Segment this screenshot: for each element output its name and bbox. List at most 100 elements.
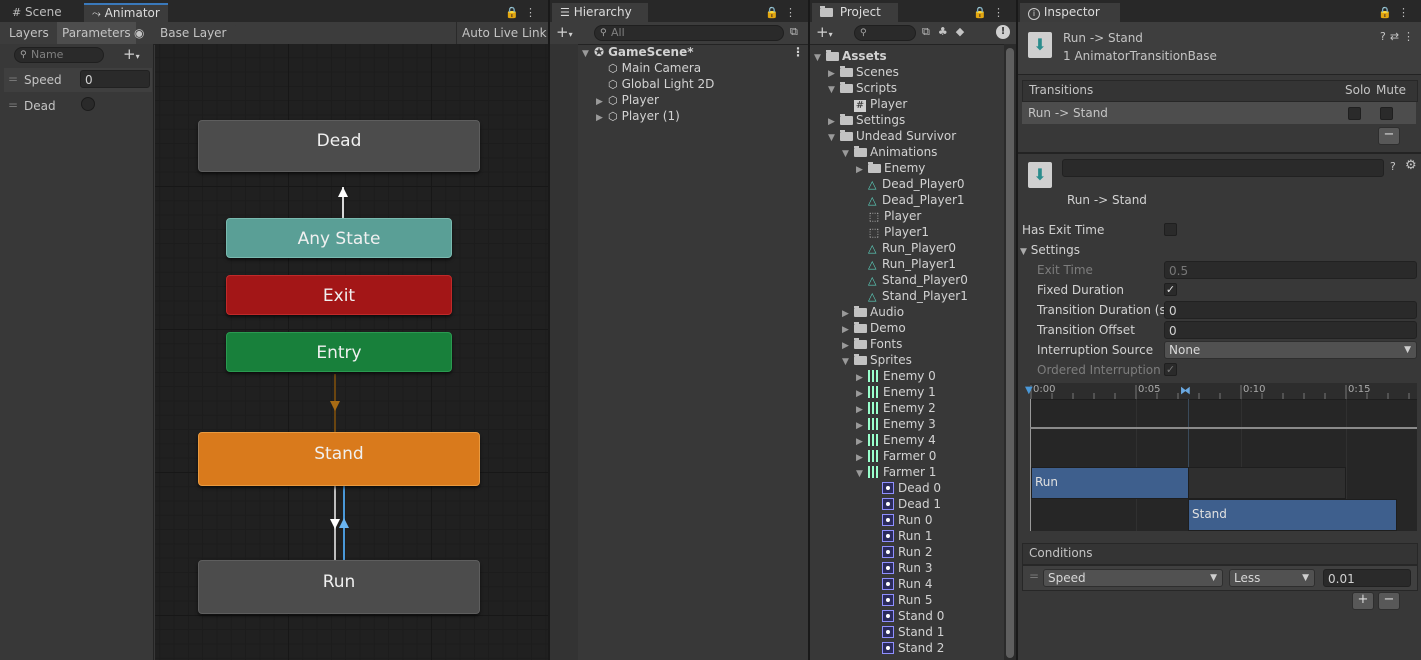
expand-arrow-icon[interactable]: ▼ xyxy=(814,50,826,66)
transition-timeline[interactable]: 0:00 0:05 0:10 0:15 ▼ ⧓ Run Stand xyxy=(1025,383,1417,531)
drag-handle-icon[interactable]: = xyxy=(1029,569,1039,583)
toolbar-icons[interactable]: ⧉♣◆ xyxy=(922,25,972,39)
warning-count-icon[interactable]: ! xyxy=(996,25,1010,39)
project-item[interactable]: Run 2 xyxy=(870,544,932,560)
transition-list-row[interactable]: Run -> Stand xyxy=(1022,102,1416,124)
drag-handle-icon[interactable]: = xyxy=(8,72,18,86)
parameter-row-dead[interactable]: = Dead xyxy=(4,94,152,118)
project-item[interactable]: ▼ Assets xyxy=(814,48,887,64)
project-item[interactable]: Run 0 xyxy=(870,512,932,528)
tab-scene[interactable]: # Scene xyxy=(4,3,70,22)
auto-live-link-button[interactable]: Auto Live Link xyxy=(456,22,548,44)
parameter-search-input[interactable]: ⚲ Name xyxy=(14,47,104,63)
project-item[interactable]: ⬚ Player1 xyxy=(856,224,929,240)
fixed-duration-checkbox[interactable]: ✓ xyxy=(1164,283,1177,296)
project-item[interactable]: ▶ Enemy 3 xyxy=(856,416,936,432)
state-entry[interactable]: Entry xyxy=(226,332,452,372)
project-item[interactable]: Dead 1 xyxy=(870,496,941,512)
animator-graph-canvas[interactable]: Dead Any State Exit Entry Stand Run xyxy=(155,44,548,660)
project-item[interactable]: Run 3 xyxy=(870,560,932,576)
project-item[interactable]: ▶ Fonts xyxy=(842,336,902,352)
project-item[interactable]: △ Run_Player0 xyxy=(856,240,956,256)
project-item[interactable]: ▼ Animations xyxy=(842,144,937,160)
project-item[interactable]: ▼ Scripts xyxy=(828,80,897,96)
hierarchy-item[interactable]: ⬡ Main Camera xyxy=(608,60,701,76)
project-item[interactable]: Run 4 xyxy=(870,576,932,592)
hierarchy-item[interactable]: ⬡ Global Light 2D xyxy=(608,76,714,92)
state-exit[interactable]: Exit xyxy=(226,275,452,315)
eye-icon[interactable]: ◉ xyxy=(134,22,144,44)
tab-menu-icons[interactable]: 🔒⋮ xyxy=(1378,6,1415,19)
project-item[interactable]: △ Stand_Player0 xyxy=(856,272,968,288)
layers-tab[interactable]: Layers xyxy=(4,22,54,44)
timeline-bar-stand[interactable]: Stand xyxy=(1188,499,1397,531)
breadcrumb-base-layer[interactable]: Base Layer xyxy=(154,22,243,44)
solo-checkbox[interactable] xyxy=(1348,107,1361,120)
trigger-radio[interactable] xyxy=(81,97,95,111)
tab-menu-icons[interactable]: 🔒⋮ xyxy=(973,6,1010,19)
expand-arrow-icon[interactable]: ▼ xyxy=(828,82,840,98)
scene-row[interactable]: ▼ ✪ GameScene* ⋮ xyxy=(582,44,806,60)
remove-transition-button[interactable]: − xyxy=(1378,127,1400,145)
expand-arrow-icon[interactable]: ▼ xyxy=(856,466,868,482)
project-item[interactable]: ▶ Enemy xyxy=(856,160,925,176)
mute-checkbox[interactable] xyxy=(1380,107,1393,120)
parameter-row-speed[interactable]: = Speed 0 xyxy=(4,68,152,92)
project-item[interactable]: ▼ Undead Survivor xyxy=(828,128,956,144)
state-any-state[interactable]: Any State xyxy=(226,218,452,258)
project-item[interactable]: Dead 0 xyxy=(870,480,941,496)
project-item[interactable]: Stand 1 xyxy=(870,624,944,640)
speed-value-field[interactable]: 0 xyxy=(80,70,150,88)
project-item[interactable]: △ Run_Player1 xyxy=(856,256,956,272)
tab-project[interactable]: Project xyxy=(812,3,898,22)
project-item[interactable]: ▶ Enemy 0 xyxy=(856,368,936,384)
project-item[interactable]: Run 1 xyxy=(870,528,932,544)
project-item[interactable]: ▶ Audio xyxy=(842,304,904,320)
transition-range-handle[interactable]: ⧓ xyxy=(1180,384,1191,397)
project-item[interactable]: Stand 2 xyxy=(870,640,944,656)
project-search-input[interactable]: ⚲ xyxy=(854,25,916,41)
scrollbar-thumb[interactable] xyxy=(1006,48,1014,658)
project-item[interactable]: ▶ Scenes xyxy=(828,64,899,80)
project-scrollbar[interactable] xyxy=(1004,44,1016,660)
project-item[interactable]: # Player xyxy=(842,96,907,112)
state-dead[interactable]: Dead xyxy=(198,120,480,172)
project-item[interactable]: ⬚ Player xyxy=(856,208,922,224)
expand-arrow-icon[interactable]: ▼ xyxy=(842,146,854,162)
more-icon[interactable]: ⋮ xyxy=(792,44,804,60)
project-item[interactable]: ▶ Enemy 2 xyxy=(856,400,936,416)
search-filter-icon[interactable]: ⧉ xyxy=(790,25,798,39)
hierarchy-search-input[interactable]: ⚲ All xyxy=(594,25,784,41)
remove-condition-button[interactable]: − xyxy=(1378,592,1400,610)
condition-parameter-dropdown[interactable]: Speed ▼ xyxy=(1043,569,1223,587)
start-marker-icon[interactable]: ▼ xyxy=(1025,385,1033,396)
header-icons[interactable]: ?⇄⋮ xyxy=(1380,30,1418,43)
parameters-tab[interactable]: Parameters xyxy=(57,22,136,44)
project-item[interactable]: ▶ Enemy 1 xyxy=(856,384,936,400)
expand-arrow-icon[interactable]: ▼ xyxy=(842,354,854,370)
transition-duration-field[interactable]: 0 xyxy=(1164,301,1417,319)
settings-foldout[interactable]: ▼ Settings xyxy=(1020,243,1080,257)
tab-inspector[interactable]: i Inspector xyxy=(1020,3,1120,22)
project-item[interactable]: △ Dead_Player0 xyxy=(856,176,965,192)
create-button[interactable]: +▾ xyxy=(556,23,573,41)
expand-arrow-icon[interactable]: ▶ xyxy=(596,110,608,126)
tab-hierarchy[interactable]: ☰ Hierarchy xyxy=(552,3,648,22)
gear-icon[interactable]: ⚙ xyxy=(1405,158,1417,173)
project-item[interactable]: △ Dead_Player1 xyxy=(856,192,965,208)
project-item[interactable]: Run 5 xyxy=(870,592,932,608)
project-item[interactable]: ▶ Enemy 4 xyxy=(856,432,936,448)
condition-row[interactable]: = Speed ▼ Less ▼ 0.01 xyxy=(1022,565,1418,591)
expand-arrow-icon[interactable]: ▼ xyxy=(582,46,594,62)
tab-menu-icons[interactable]: 🔒⋮ xyxy=(505,6,542,19)
project-item[interactable]: ▶ Demo xyxy=(842,320,906,336)
project-item[interactable]: ▼ Farmer 1 xyxy=(856,464,936,480)
condition-value-field[interactable]: 0.01 xyxy=(1323,569,1411,587)
has-exit-time-checkbox[interactable] xyxy=(1164,223,1177,236)
project-item[interactable]: ▶ Settings xyxy=(828,112,905,128)
hierarchy-item[interactable]: ▶ ⬡ Player xyxy=(596,92,659,108)
transition-name-field[interactable] xyxy=(1062,159,1384,177)
project-item[interactable]: ▼ Sprites xyxy=(842,352,912,368)
project-item[interactable]: △ Stand_Player1 xyxy=(856,288,968,304)
interruption-source-dropdown[interactable]: None ▼ xyxy=(1164,341,1417,359)
